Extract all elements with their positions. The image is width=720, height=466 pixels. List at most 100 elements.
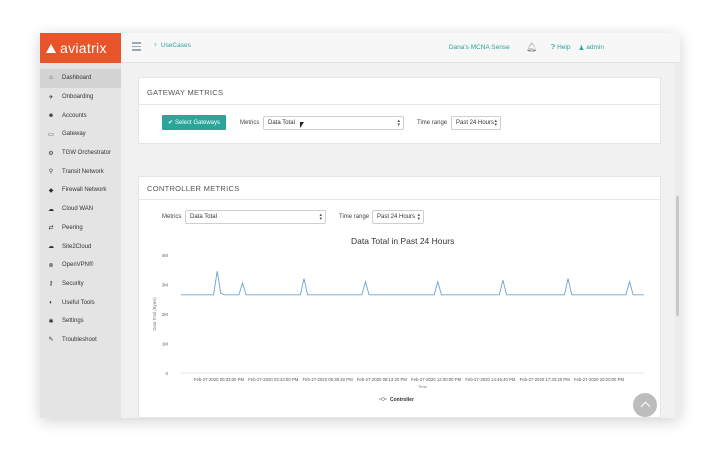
sidebar-item-firewall-network[interactable]: ◆ Firewall Network [40, 181, 121, 200]
sidebar-item-useful-tools[interactable]: ◐ Useful Tools [40, 293, 121, 312]
network-icon: ⚙ [48, 150, 54, 157]
y-tick-label: 4M [162, 253, 169, 258]
legend-label: Controller [390, 397, 414, 403]
sidebar-item-peering[interactable]: ⇄ Peering [40, 219, 121, 238]
gateway-time-range-value: Past 24 Hours [456, 120, 495, 126]
sidebar-item-gateway[interactable]: ▭ Gateway [40, 125, 121, 144]
sidebar-item-label: Firewall Network [62, 187, 107, 194]
x-tick-label: Feb-27-2020 20:20:00 PM [574, 377, 625, 382]
usecases-link[interactable]: ♀ UseCases [153, 42, 191, 49]
sidebar-item-site2cloud[interactable]: ☁ Site2Cloud [40, 237, 121, 256]
gateway-metrics-select[interactable]: Data Total ▴ ▾ [263, 116, 404, 130]
chevron-updown-icon: ▴ ▾ [494, 118, 497, 128]
gateway-metrics-select-value: Data Total [268, 120, 295, 126]
chevron-up-icon [640, 401, 650, 412]
sidebar-item-onboarding[interactable]: ✈ Onboarding [40, 88, 121, 107]
brand-logo[interactable]: aviatrix [40, 33, 121, 63]
menu-toggle-icon[interactable] [132, 42, 141, 51]
legend-marker [381, 397, 385, 401]
sidebar-item-label: Troubleshoot [62, 336, 97, 343]
sidebar-item-cloud-wan[interactable]: ☁ Cloud WAN [40, 200, 121, 219]
controller-metrics-panel: CONTROLLER METRICS Metrics Data Total ▴ ▾… [138, 176, 661, 418]
key-icon: ⚷ [48, 281, 54, 288]
sidebar-item-label: Onboarding [62, 94, 94, 101]
series-line-controller [181, 271, 644, 296]
sidebar-item-label: Site2Cloud [62, 243, 92, 250]
monitor-icon: ▭ [48, 131, 54, 138]
scrollbar-thumb[interactable] [676, 196, 679, 316]
y-tick-label: 0 [165, 371, 168, 376]
y-tick-label: 1M [162, 342, 169, 347]
sidebar-item-label: TGW Orchestrator [62, 150, 112, 157]
y-tick-label: 2M [162, 312, 169, 317]
users-icon: ☻ [47, 112, 55, 119]
x-tick-label: Feb-27-2020 08:13:20 PM [357, 377, 408, 382]
tools-icon: ◐ [49, 299, 53, 306]
sidebar-nav: ⌂ Dashboard ✈ Onboarding ☻ Accounts ▭ Gateway ⚙ T… [40, 69, 121, 349]
line-chart: 0 1M 2M 3M 4M Data Total (Bytes) Feb-27-2020 0… [152, 253, 644, 403]
sidebar-item-label: Security [62, 280, 84, 287]
time-range-label: Time range [417, 120, 448, 126]
sidebar-item-dashboard[interactable]: ⌂ Dashboard [40, 69, 121, 88]
x-tick-label: Feb-27-2020 03:43:00 PM [248, 377, 299, 382]
sidebar-item-label: Gateway [62, 131, 86, 138]
aviatrix-logo-icon [46, 43, 56, 53]
check-icon: ✔ [167, 120, 173, 126]
plane-icon: ✈ [48, 94, 54, 101]
user-icon: ♟ [578, 44, 585, 52]
user-menu[interactable]: admin [586, 44, 604, 51]
sidebar-item-openvpn[interactable]: ⊗ OpenVPN® [40, 256, 121, 275]
select-gateways-button[interactable]: ✔ Select Gateways [162, 115, 226, 130]
brand-name: aviatrix [60, 40, 107, 56]
peering-icon: ⇄ [48, 225, 54, 232]
gear-icon: ✱ [48, 318, 54, 325]
select-gateways-label: Select Gateways [175, 119, 221, 126]
service-name[interactable]: Dana's MCNA Sense [449, 44, 510, 51]
sidebar-item-settings[interactable]: ✱ Settings [40, 312, 121, 331]
usecases-label: UseCases [160, 42, 191, 49]
gateway-time-range-select[interactable]: Past 24 Hours ▴ ▾ [451, 116, 501, 130]
x-tick-label: Feb-27-2020 06:38:40 PM [302, 377, 353, 382]
sidebar-item-label: Settings [62, 318, 84, 325]
sidebar-item-label: Useful Tools [62, 299, 95, 306]
x-tick-label: Feb-27-2020 14:46:40 PM [465, 377, 516, 382]
top-right-controls: Dana's MCNA Sense 🔔︎ ❓︎ Help ♟ admin [449, 42, 680, 53]
sidebar-item-label: Accounts [62, 112, 87, 119]
cloud-icon: ☁ [48, 206, 54, 213]
scrollbar[interactable] [675, 63, 680, 418]
site2cloud-icon: ☁ [48, 244, 54, 251]
sidebar-item-label: Dashboard [62, 75, 92, 82]
sidebar-item-tgw-orchestrator[interactable]: ⚙ TGW Orchestrator [40, 144, 121, 163]
x-axis-label: Time [418, 384, 428, 389]
vpn-icon: ⊗ [48, 262, 54, 269]
scroll-to-top-button[interactable] [633, 393, 657, 417]
sidebar-item-security[interactable]: ⚷ Security [40, 275, 121, 294]
gateway-metrics-panel: GATEWAY METRICS ✔ Select Gateways Metric… [138, 77, 661, 144]
x-tick-label: Feb-27-2020 00:33:00 PM [194, 377, 245, 382]
sidebar-item-transit-network[interactable]: ⚲ Transit Network [40, 162, 121, 181]
y-tick-label: 3M [162, 283, 169, 288]
help-icon[interactable]: ❓︎ [551, 44, 555, 52]
sidebar-item-label: Cloud WAN [62, 206, 94, 213]
y-axis-label: Data Total (Bytes) [152, 297, 157, 331]
mouse-cursor [300, 122, 304, 128]
sidebar-item-accounts[interactable]: ☻ Accounts [40, 106, 121, 125]
bell-icon[interactable]: 🔔︎ [526, 42, 537, 53]
top-bar: aviatrix ♀ UseCases Dana's MCNA Sense 🔔︎… [40, 33, 680, 63]
metrics-label: Metrics [240, 120, 260, 126]
home-icon: ⌂ [49, 75, 53, 82]
app-window: aviatrix ♀ UseCases Dana's MCNA Sense 🔔︎… [40, 33, 680, 418]
shield-icon: ◆ [48, 187, 54, 194]
sidebar-item-label: Peering [62, 224, 83, 231]
gateway-metrics-title: GATEWAY METRICS [147, 88, 224, 97]
help-link[interactable]: Help [557, 44, 570, 51]
sidebar-item-label: OpenVPN® [62, 262, 94, 269]
chevron-updown-icon: ▴ ▾ [397, 118, 400, 128]
x-tick-label: Feb-27-2020 12:00:00 PM [411, 377, 462, 382]
sidebar: ⌂ Dashboard ✈ Onboarding ☻ Accounts ▭ Gateway ⚙ T… [40, 63, 121, 418]
transit-icon: ⚲ [48, 169, 54, 176]
sidebar-item-troubleshoot[interactable]: ✎ Troubleshoot [40, 331, 121, 350]
lightbulb-icon: ♀ [153, 42, 158, 49]
sidebar-item-label: Transit Network [62, 168, 104, 175]
x-tick-label: Feb-27-2020 17:33:20 PM [520, 377, 571, 382]
